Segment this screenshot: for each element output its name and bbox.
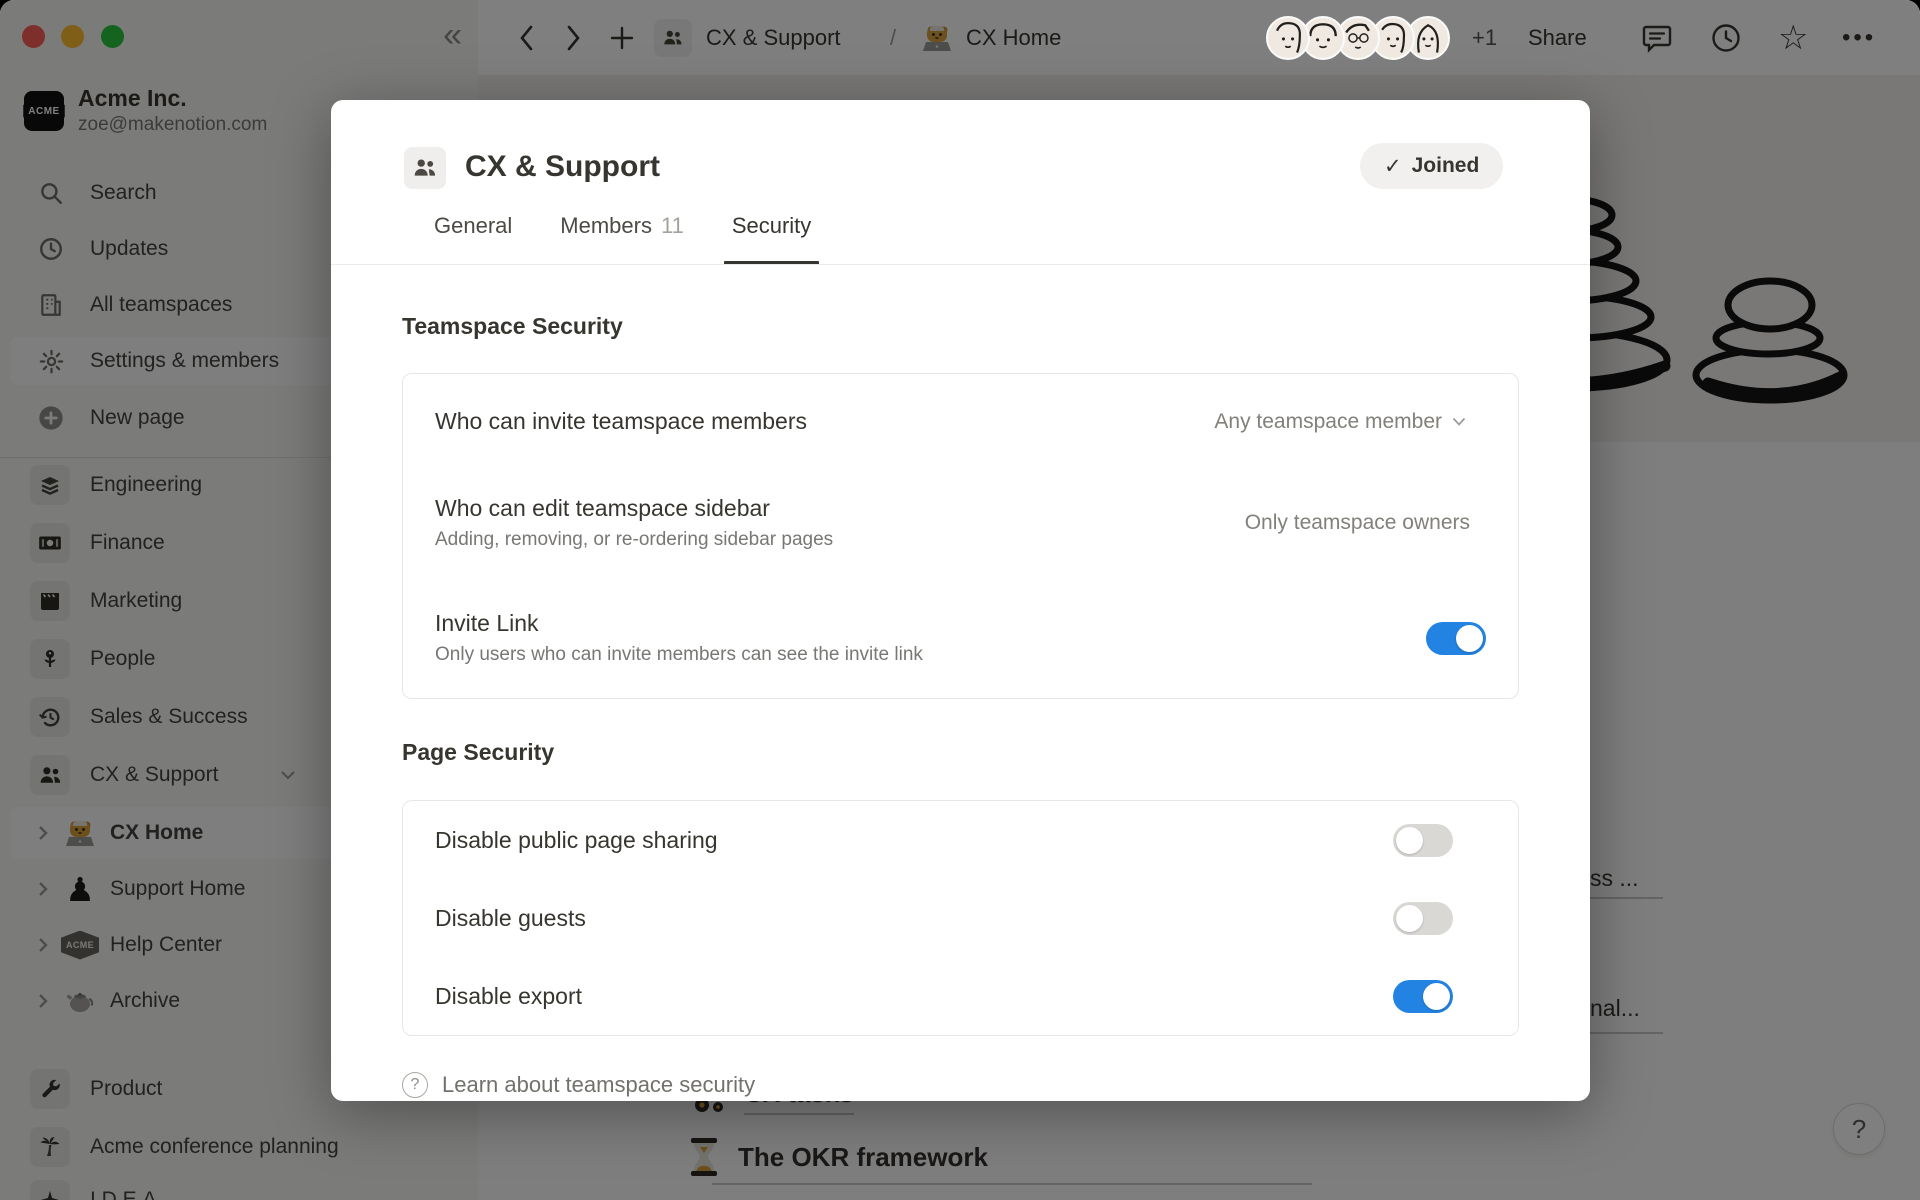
teamspace-settings-modal: CX & Support ✓ Joined General Members11 … — [331, 100, 1590, 1101]
modal-title: CX & Support — [465, 150, 660, 184]
question-circle-icon: ? — [402, 1072, 428, 1098]
avatar — [1266, 16, 1310, 60]
members-count: 11 — [661, 213, 684, 239]
invite-members-dropdown[interactable]: Any teamspace member — [1214, 410, 1486, 434]
section-heading-teamspace-security: Teamspace Security — [402, 313, 623, 340]
setting-row-invite-link: Invite Link Only users who can invite me… — [435, 576, 1486, 700]
setting-row-edit-sidebar: Who can edit teamspace sidebar Adding, r… — [435, 469, 1486, 576]
disable-guests-toggle[interactable] — [1393, 902, 1453, 935]
toggle-knob — [1423, 983, 1450, 1010]
tab-security[interactable]: Security — [732, 205, 811, 265]
disable-export-toggle[interactable] — [1393, 980, 1453, 1013]
setting-row-invite-members: Who can invite teamspace members Any tea… — [435, 374, 1486, 469]
setting-row-disable-guests: Disable guests — [435, 879, 1486, 957]
section-heading-page-security: Page Security — [402, 739, 554, 766]
tab-general[interactable]: General — [434, 205, 512, 265]
check-icon: ✓ — [1384, 154, 1402, 179]
tabs-divider — [331, 264, 1590, 265]
toggle-knob — [1396, 827, 1423, 854]
edit-sidebar-value: Only teamspace owners — [1245, 511, 1470, 535]
toggle-knob — [1456, 625, 1483, 652]
toggle-knob — [1396, 905, 1423, 932]
people-icon — [404, 147, 446, 189]
learn-about-teamspace-security-link[interactable]: ? Learn about teamspace security — [402, 1072, 755, 1098]
teamspace-security-card: Who can invite teamspace members Any tea… — [402, 373, 1519, 699]
disable-public-sharing-toggle[interactable] — [1393, 824, 1453, 857]
invite-link-toggle[interactable] — [1426, 622, 1486, 655]
joined-button[interactable]: ✓ Joined — [1360, 143, 1503, 189]
setting-row-disable-public-sharing: Disable public page sharing — [435, 801, 1486, 879]
notion-app-window: « ACME Acme Inc. zoe@makenotion.com Sear… — [0, 0, 1920, 1200]
modal-tabs: General Members11 Security — [434, 205, 811, 265]
setting-row-disable-export: Disable export — [435, 957, 1486, 1035]
page-security-card: Disable public page sharing Disable gues… — [402, 800, 1519, 1036]
chevron-down-icon — [1452, 417, 1466, 426]
tab-members[interactable]: Members11 — [560, 205, 684, 265]
